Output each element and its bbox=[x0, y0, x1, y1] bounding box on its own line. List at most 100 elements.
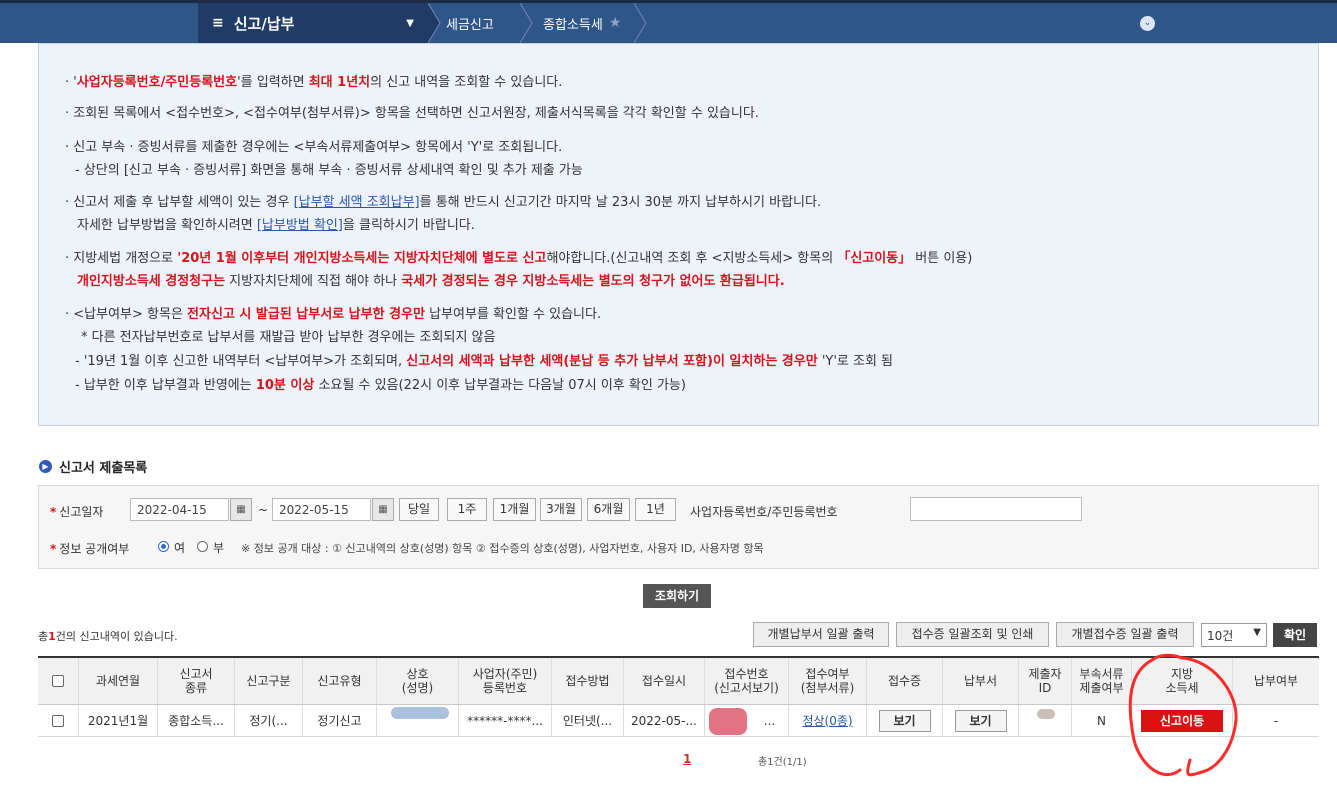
filing-table: 과세연월 신고서 종류 신고구분 신고유형 상호 (성명) 사업자(주민) 등록… bbox=[38, 656, 1319, 737]
period-1week-button[interactable]: 1주 bbox=[447, 498, 487, 521]
menu-dropdown[interactable]: ≡ 신고/납부 ▼ bbox=[198, 3, 428, 43]
form-type-cell: 종합소득... bbox=[157, 705, 234, 736]
row-select-cell bbox=[38, 705, 78, 736]
top-nav-bar: ≡ 신고/납부 ▼ 세금신고 종합소득세 ★ ⌄ bbox=[0, 0, 1337, 43]
breadcrumb-separator-icon bbox=[634, 3, 647, 43]
page-info: 총1건(1/1) bbox=[758, 757, 807, 768]
table-header: 과세연월 신고서 종류 신고구분 신고유형 상호 (성명) 사업자(주민) 등록… bbox=[38, 658, 1319, 705]
notice-line: · 신고 부속 · 증빙서류를 제출한 경우에는 <부속서류제출여부> 항목에서… bbox=[65, 140, 563, 155]
report-move-button[interactable]: 신고이동 bbox=[1141, 709, 1223, 732]
section-title-label: 신고서 제출목록 bbox=[59, 461, 148, 476]
period-today-button[interactable]: 당일 bbox=[399, 498, 439, 521]
period-6month-button[interactable]: 6개월 bbox=[587, 498, 630, 521]
receipt-number-cell[interactable]: ... bbox=[704, 705, 788, 736]
select-all-cell bbox=[38, 658, 78, 704]
redacted-id bbox=[1037, 709, 1055, 719]
page-1-link[interactable]: 1 bbox=[683, 752, 691, 766]
local-tax-cell: 신고이동 bbox=[1131, 705, 1232, 736]
query-button[interactable]: 조회하기 bbox=[643, 584, 711, 608]
header-cell: 신고서 종류 bbox=[157, 658, 234, 704]
disclosure-yes-label: 여 bbox=[174, 541, 186, 555]
header-cell: 접수여부 (첨부서류) bbox=[788, 658, 866, 704]
period-1year-button[interactable]: 1년 bbox=[635, 498, 676, 521]
section-title: ▶ 신고서 제출목록 bbox=[39, 457, 147, 476]
header-cell: 과세연월 bbox=[78, 658, 157, 704]
hamburger-icon: ≡ bbox=[212, 15, 224, 31]
arrow-circle-icon: ▶ bbox=[39, 460, 52, 473]
header-cell: 납부서 bbox=[942, 658, 1018, 704]
notice-line: · 신고서 제출 후 납부할 세액이 있는 경우 [납부할 세액 조회납부]를 … bbox=[65, 195, 822, 210]
date-to-input[interactable] bbox=[272, 498, 371, 521]
table-row: 2021년1월 종합소득... 정기(... 정기신고 ******-****.… bbox=[38, 705, 1319, 737]
print-payment-slips-button[interactable]: 개별납부서 일괄 출력 bbox=[753, 622, 889, 647]
reg-number-label: 사업자등록번호/주민등록번호 bbox=[690, 505, 838, 519]
chevron-down-icon[interactable]: ⌄ bbox=[1140, 16, 1155, 31]
result-count: 총1건의 신고내역이 있습니다. bbox=[38, 630, 178, 643]
payment-slip-cell: 보기 bbox=[942, 705, 1018, 736]
disclosure-note: ※ 정보 공개 대상 : ① 신고내역의 상호(성명) 항목 ② 접수증의 상호… bbox=[241, 542, 764, 555]
header-cell: 접수증 bbox=[866, 658, 942, 704]
payment-status-cell: - bbox=[1232, 705, 1319, 736]
menu-label: 신고/납부 bbox=[233, 14, 295, 33]
range-separator: ~ bbox=[258, 503, 269, 517]
reg-number-input[interactable] bbox=[910, 497, 1082, 521]
chevron-down-icon: ▼ bbox=[1253, 627, 1261, 638]
date-from-input[interactable] bbox=[130, 498, 229, 521]
print-receipts-button[interactable]: 개별접수증 일괄 출력 bbox=[1056, 622, 1194, 647]
notice-line: · <납부여부> 항목은 전자신고 시 발급된 납부서로 납부한 경우만 납부여… bbox=[65, 307, 602, 322]
page-size-select[interactable]: 10건 ▼ bbox=[1201, 623, 1267, 647]
breadcrumb-tax-filing[interactable]: 세금신고 bbox=[446, 3, 494, 43]
search-panel: *신고일자 ▦ ~ ▦ 당일 1주 1개월 3개월 6개월 1년 사업자등록번호… bbox=[38, 485, 1319, 569]
disclosure-no-radio[interactable] bbox=[197, 541, 208, 552]
notice-line: 개인지방소득세 경정청구는 지방자치단체에 직접 해야 하나 국세가 경정되는 … bbox=[77, 274, 785, 289]
view-receipt-button[interactable]: 보기 bbox=[878, 709, 931, 732]
status-cell: 정상(0종) bbox=[788, 705, 866, 736]
header-cell: 신고유형 bbox=[302, 658, 376, 704]
header-cell: 지방 소득세 bbox=[1131, 658, 1232, 704]
period-cell: 2021년1월 bbox=[78, 705, 157, 736]
confirm-button[interactable]: 확인 bbox=[1273, 623, 1317, 647]
receipt-number-text: ... bbox=[763, 713, 776, 728]
type-cell: 정기신고 bbox=[302, 705, 376, 736]
notice-line: 자세한 납부방법을 확인하시려면 [납부방법 확인]을 클릭하시기 바랍니다. bbox=[77, 218, 475, 233]
notice-line: - 납부한 이후 납부결과 반영에는 10분 이상 소요될 수 있음(22시 이… bbox=[75, 378, 686, 393]
header-cell: 접수방법 bbox=[551, 658, 623, 704]
header-cell: 부속서류 제출여부 bbox=[1071, 658, 1131, 704]
row-checkbox[interactable] bbox=[52, 714, 64, 727]
payable-tax-link[interactable]: [납부할 세액 조회납부] bbox=[294, 195, 420, 210]
method-cell: 인터넷(... bbox=[551, 705, 623, 736]
header-cell: 제출자 ID bbox=[1018, 658, 1071, 704]
breadcrumb-income-tax[interactable]: 종합소득세 ★ bbox=[543, 3, 621, 43]
header-cell: 접수일시 bbox=[623, 658, 704, 704]
redacted-receipt bbox=[709, 708, 747, 735]
notice-line: - 상단의 [신고 부속 · 증빙서류] 화면을 통해 부속 · 증빙서류 상세… bbox=[75, 163, 583, 178]
period-1month-button[interactable]: 1개월 bbox=[493, 498, 536, 521]
status-link[interactable]: 정상(0종) bbox=[802, 714, 852, 728]
notice-line: · 지방세법 개정으로 '20년 1월 이후부터 개인지방소득세는 지방자치단체… bbox=[65, 251, 973, 266]
disclosure-yes-radio[interactable] bbox=[158, 541, 169, 552]
notice-box: · '사업자등록번호/주민등록번호'를 입력하면 최대 1년치의 신고 내역을 … bbox=[38, 43, 1319, 426]
breadcrumb-label: 종합소득세 bbox=[543, 17, 603, 33]
notice-line: · '사업자등록번호/주민등록번호'를 입력하면 최대 1년치의 신고 내역을 … bbox=[65, 75, 563, 90]
attachment-cell: N bbox=[1071, 705, 1131, 736]
select-all-checkbox[interactable] bbox=[52, 675, 64, 687]
disclosure-label: * 정보 공개여부 bbox=[50, 542, 130, 556]
header-cell: 상호 (성명) bbox=[376, 658, 458, 704]
date-label: * 신고일자 bbox=[50, 505, 104, 519]
reg-number-cell: ******-****... bbox=[458, 705, 551, 736]
business-name-cell bbox=[376, 705, 458, 736]
star-icon[interactable]: ★ bbox=[609, 15, 622, 31]
notice-line: · 조회된 목록에서 <접수번호>, <접수여부(첨부서류)> 항목을 선택하면… bbox=[65, 106, 759, 121]
header-cell: 사업자(주민) 등록번호 bbox=[458, 658, 551, 704]
caret-down-icon: ▼ bbox=[406, 17, 414, 29]
header-cell: 신고구분 bbox=[234, 658, 302, 704]
breadcrumb-separator-icon bbox=[520, 3, 533, 43]
calendar-icon[interactable]: ▦ bbox=[372, 498, 394, 521]
payment-method-link[interactable]: [납부방법 확인] bbox=[257, 218, 343, 233]
receipt-lookup-print-button[interactable]: 접수증 일괄조회 및 인쇄 bbox=[896, 622, 1049, 647]
calendar-icon[interactable]: ▦ bbox=[230, 498, 252, 521]
view-payment-slip-button[interactable]: 보기 bbox=[954, 709, 1007, 732]
period-3month-button[interactable]: 3개월 bbox=[540, 498, 582, 521]
disclosure-no-label: 부 bbox=[213, 541, 225, 555]
submitter-id-cell bbox=[1018, 705, 1071, 736]
